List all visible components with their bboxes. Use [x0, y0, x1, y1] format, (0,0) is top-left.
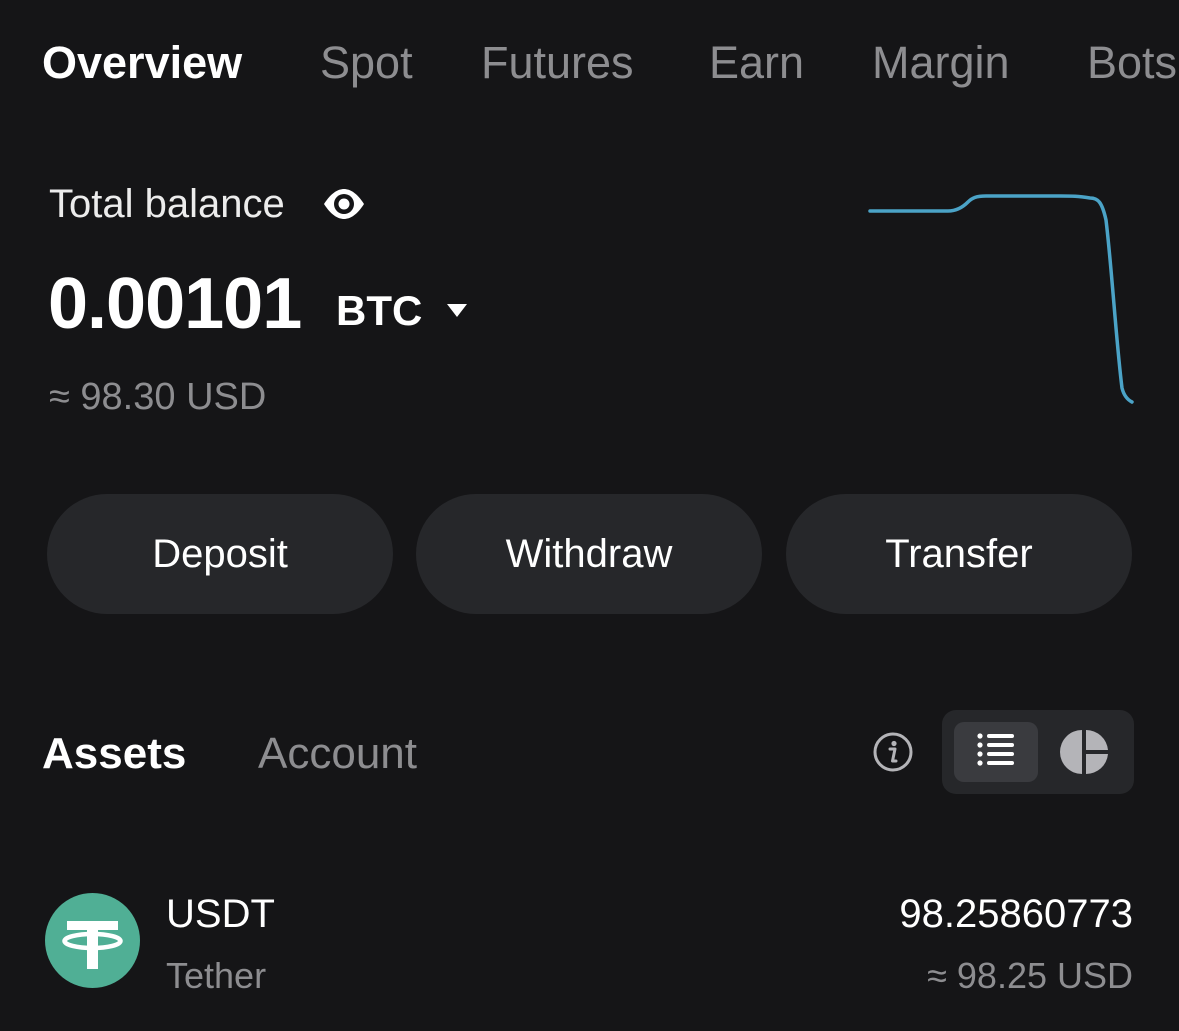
transfer-button[interactable]: Transfer — [786, 494, 1132, 614]
tab-earn[interactable]: Earn — [709, 36, 804, 90]
total-balance-label: Total balance — [49, 182, 285, 226]
balance-amount: 0.00101 — [48, 264, 302, 344]
list-icon — [977, 733, 1014, 766]
tab-futures[interactable]: Futures — [481, 36, 634, 90]
tab-spot[interactable]: Spot — [320, 36, 413, 90]
tether-icon — [45, 893, 140, 988]
asset-symbol: USDT — [166, 892, 275, 936]
asset-name: Tether — [166, 955, 267, 996]
chart-view-button[interactable] — [1050, 722, 1122, 782]
withdraw-button[interactable]: Withdraw — [416, 494, 762, 614]
tab-account[interactable]: Account — [258, 728, 417, 780]
asset-row[interactable]: USDT Tether 98.25860773 ≈ 98.25 USD — [0, 870, 1179, 1010]
balance-usd-equivalent: ≈ 98.30 USD — [49, 376, 267, 418]
deposit-button[interactable]: Deposit — [47, 494, 393, 614]
eye-icon[interactable] — [322, 184, 366, 224]
info-icon[interactable] — [872, 731, 914, 773]
tab-margin[interactable]: Margin — [872, 36, 1010, 90]
caret-down-icon[interactable] — [444, 300, 470, 320]
balance-sparkline — [868, 194, 1134, 404]
asset-balance: 98.25860773 — [899, 892, 1133, 936]
tab-assets[interactable]: Assets — [42, 728, 186, 780]
pie-chart-icon — [1060, 729, 1108, 775]
tab-bots[interactable]: Bots — [1087, 36, 1177, 90]
asset-usd-value: ≈ 98.25 USD — [927, 955, 1133, 996]
list-view-button[interactable] — [954, 722, 1038, 782]
top-tab-bar: Overview Spot Futures Earn Margin Bots — [0, 0, 1179, 130]
view-toggle — [942, 710, 1134, 794]
tab-overview[interactable]: Overview — [42, 36, 242, 90]
balance-currency[interactable]: BTC — [336, 286, 422, 336]
